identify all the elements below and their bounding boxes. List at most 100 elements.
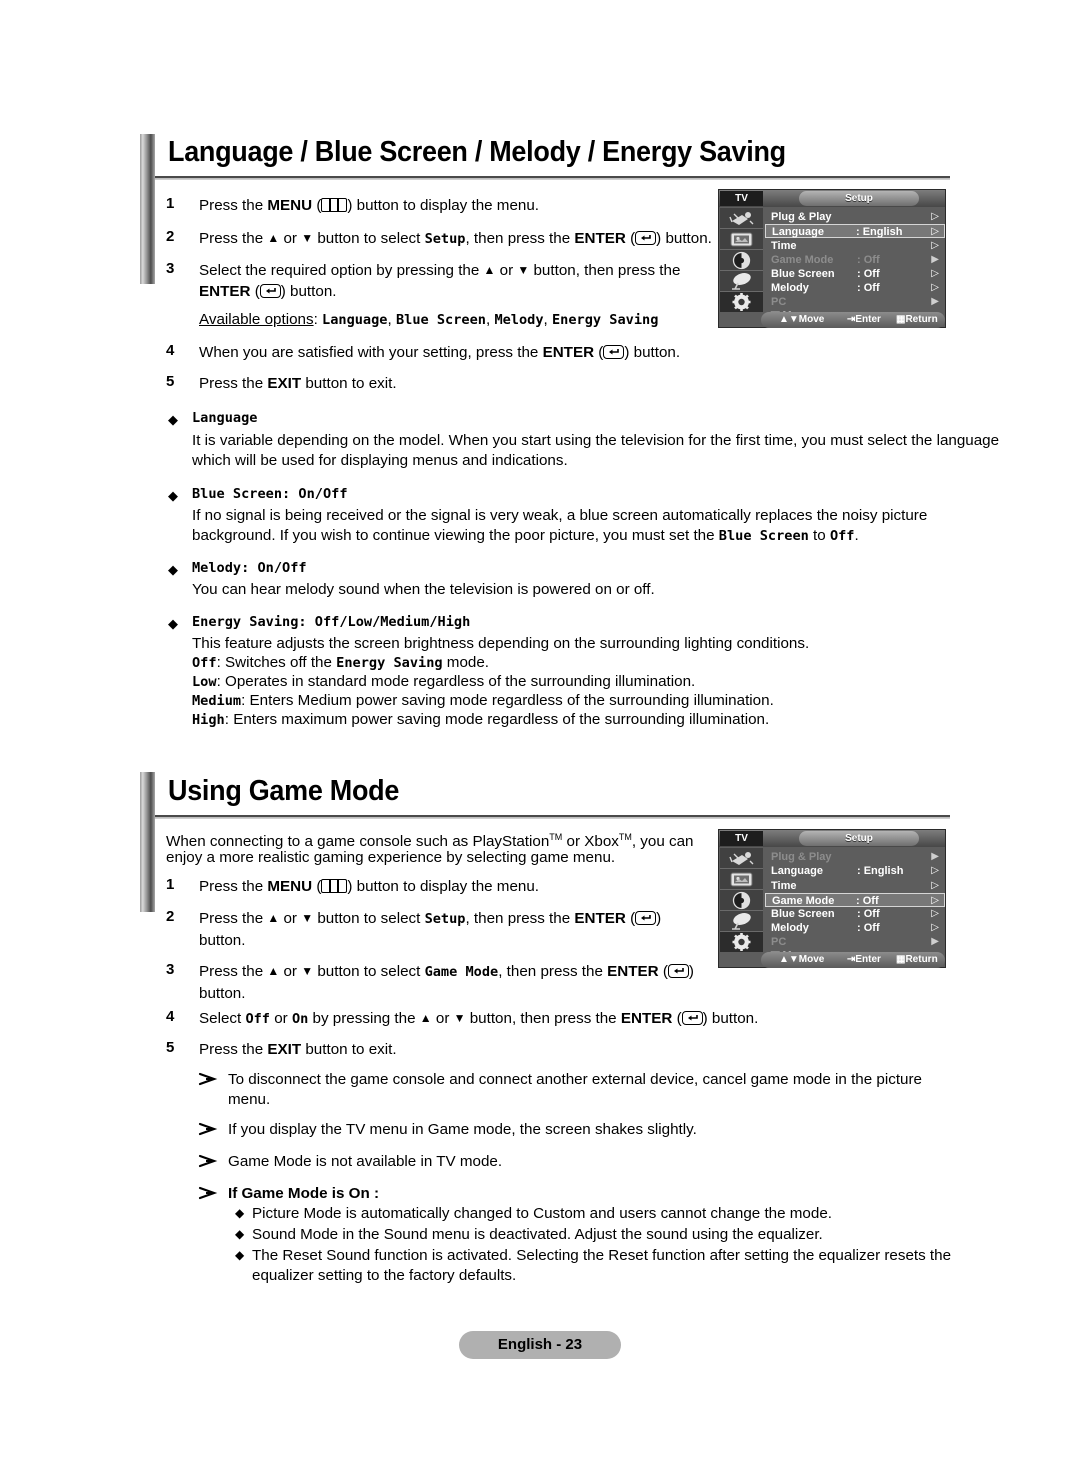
- chevron-right-icon: ▷: [931, 226, 939, 237]
- arrow-bullet-icon: [198, 1153, 218, 1169]
- bs-l2-a: background. If you wish to continue view…: [192, 527, 719, 544]
- down-arrow-icon: ▼: [301, 964, 314, 978]
- section2-step-3-text: Press the ▲ or ▼ button to select Game M…: [199, 963, 694, 1002]
- osd-row-name: Plug & Play: [771, 851, 832, 863]
- bullet-bluescreen-line-2: background. If you wish to continue view…: [192, 525, 962, 547]
- s1s3-a: Select the required option by pressing t…: [199, 262, 484, 279]
- diamond-bullet-icon: ◆: [235, 1227, 245, 1241]
- osd-row-value: : English: [857, 865, 904, 877]
- osd-icon-column: [720, 848, 763, 952]
- es-off-a: : Switches off the: [216, 654, 337, 671]
- channel-dish-icon[interactable]: [720, 271, 763, 292]
- up-arrow-icon: ▲: [267, 964, 280, 978]
- exit-button-label: EXIT: [267, 1041, 302, 1058]
- osd-row-game-mode[interactable]: Game Mode : Off ▷: [765, 893, 945, 907]
- s2s1-c: ) button to display the menu.: [347, 878, 540, 895]
- menu-icon: [321, 879, 348, 893]
- s2s3-d: (: [658, 963, 668, 980]
- bullet-language-heading: Language: [192, 410, 258, 426]
- bullet-bluescreen-tail: : On/Off: [282, 486, 348, 502]
- input-antenna-icon[interactable]: [720, 848, 763, 869]
- s1s3-b: button, then press the: [529, 262, 681, 279]
- enter-icon: [635, 231, 657, 245]
- es-off-key: Off: [192, 655, 217, 671]
- bullet-bluescreen-heading: Blue Screen: On/Off: [192, 486, 348, 502]
- osd-row-name: Melody: [771, 282, 809, 294]
- osd-footer-return: ▦ Return: [896, 954, 938, 965]
- diamond-bullet-icon: ◆: [168, 616, 178, 631]
- chevron-right-icon: ▷: [931, 268, 939, 279]
- osd-row-plug-and-play[interactable]: Plug & Play ▷: [765, 210, 945, 224]
- section1-step-4-text: When you are satisfied with your setting…: [199, 342, 759, 363]
- osd-row-time[interactable]: Time ▷: [765, 239, 945, 253]
- s1s3-c: (: [250, 283, 260, 300]
- trademark-icon: TM: [549, 832, 563, 842]
- osd-setup-menu-language[interactable]: TV Setup Plug & Play ▷ Language: Englis…: [718, 189, 946, 328]
- section2-note-1-line-2: menu.: [228, 1091, 271, 1108]
- osd-icon-column: [720, 208, 763, 312]
- menu-button-label: MENU: [267, 197, 313, 214]
- section1-step-5-text: Press the EXIT button to exit.: [199, 373, 599, 394]
- osd-row-pc[interactable]: PC ▶: [765, 295, 945, 309]
- osd-source-label: TV: [720, 191, 763, 206]
- osd-row-name: Blue Screen: [771, 908, 835, 920]
- osd-row-value: : English: [856, 226, 903, 238]
- s1s3-d: ) button.: [280, 283, 337, 300]
- picture-icon[interactable]: [720, 229, 763, 250]
- s2s2-a: Press the: [199, 910, 268, 927]
- s2s2-b: button to select: [313, 910, 425, 927]
- sound-icon[interactable]: [720, 890, 763, 911]
- osd-row-blue-screen[interactable]: Blue Screen : Off ▷: [765, 267, 945, 281]
- osd-row-plug-and-play[interactable]: Plug & Play ▶: [765, 850, 945, 864]
- s2s3-b: button to select: [313, 963, 425, 980]
- osd-tab-setup[interactable]: Setup: [799, 831, 919, 846]
- enter-icon: [259, 284, 281, 298]
- channel-dish-icon[interactable]: [720, 911, 763, 932]
- osd-row-value: : Off: [857, 922, 880, 934]
- section2-note-3-line-1: Game Mode is not available in TV mode.: [228, 1153, 503, 1170]
- osd-footer-bar: ▲▼ Move ⇥ Enter ▦ Return: [761, 952, 945, 968]
- chevron-right-filled-icon: ▶: [931, 254, 939, 265]
- osd-row-language[interactable]: Language : English ▷: [765, 864, 945, 878]
- bullet-language-line-1: It is variable depending on the model. W…: [192, 432, 1000, 449]
- osd-row-pc[interactable]: PC ▶: [765, 935, 945, 949]
- osd-row-name: Language: [771, 865, 823, 877]
- section2-step-4-text: Select Off or On by pressing the ▲ or ▼ …: [199, 1010, 759, 1027]
- osd-row-name: Plug & Play: [771, 211, 832, 223]
- section1-step-2-text: Press the ▲ or ▼ button to select Setup,…: [199, 228, 739, 250]
- s1s2-d: (: [625, 230, 636, 247]
- picture-icon[interactable]: [720, 869, 763, 890]
- osd-footer-move: ▲▼ Move: [779, 314, 825, 325]
- s2s2-d: (: [625, 910, 636, 927]
- osd-row-melody[interactable]: Melody : Off ▷: [765, 281, 945, 295]
- sound-icon[interactable]: [720, 250, 763, 271]
- chevron-right-icon: ▷: [931, 240, 939, 251]
- input-antenna-icon[interactable]: [720, 208, 763, 229]
- s1s2-c: , then press the: [465, 230, 575, 247]
- arrow-bullet-icon: [198, 1185, 218, 1201]
- section2-accent-bar: [140, 772, 155, 912]
- s2s5-b: button to exit.: [301, 1041, 397, 1058]
- osd-row-value: : Off: [857, 282, 880, 294]
- s2s1-b: (: [312, 878, 322, 895]
- osd-row-language[interactable]: Language : English ▷: [765, 224, 945, 238]
- setup-gear-icon[interactable]: [720, 932, 763, 952]
- osd-row-time[interactable]: Time ▷: [765, 879, 945, 893]
- section2-step-2-number: 2: [166, 908, 175, 925]
- es-off-mono: Energy Saving: [336, 655, 443, 671]
- section2-gamemode-on-item-3-line-2: equalizer setting to the factory default…: [252, 1267, 517, 1284]
- option-melody: Melody: [494, 312, 544, 328]
- osd-setup-menu-game-mode[interactable]: TV Setup Plug & Play ▶ Language: Englis…: [718, 829, 946, 968]
- osd-row-game-mode[interactable]: Game Mode : Off ▶: [765, 253, 945, 267]
- osd-row-blue-screen[interactable]: Blue Screen : Off ▷: [765, 907, 945, 921]
- s1s4-enter-label: ENTER: [542, 344, 595, 361]
- section1-step-2-number: 2: [166, 228, 175, 245]
- exit-button-label: EXIT: [267, 375, 302, 392]
- trademark-icon: TM: [618, 832, 632, 842]
- s2s3-a: Press the: [199, 963, 268, 980]
- s2s3-e: ): [688, 963, 694, 980]
- osd-row-melody[interactable]: Melody : Off ▷: [765, 921, 945, 935]
- diamond-bullet-icon: ◆: [235, 1248, 245, 1262]
- osd-tab-setup[interactable]: Setup: [799, 191, 919, 206]
- setup-gear-icon[interactable]: [720, 292, 763, 312]
